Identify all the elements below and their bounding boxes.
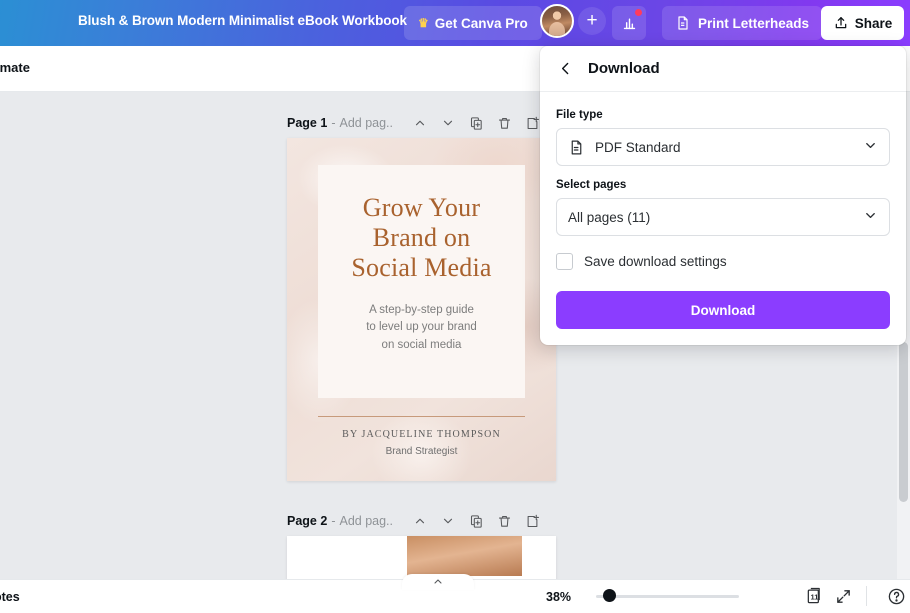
cover-subtitle-line-3: on social media [318,337,525,354]
page-1-actions [407,112,545,134]
add-page-icon[interactable] [519,510,545,532]
page-2-add-label[interactable]: Add pag.. [339,514,393,528]
page-count-badge: 11 [811,593,819,602]
chevron-down-icon [863,208,878,226]
cover-inner-panel: Grow Your Brand on Social Media A step-b… [318,165,525,398]
bar-chart-icon [621,15,638,32]
delete-page-icon[interactable] [491,510,517,532]
page-1-separator: - [331,116,335,130]
page-2-photo [407,536,522,576]
cover-divider [318,416,525,417]
select-pages-select[interactable]: All pages (11) [556,198,890,236]
get-canva-pro-button[interactable]: ♛ Get Canva Pro [404,6,542,40]
toolbar-divider [866,586,867,606]
canva-editor-window: Blush & Brown Modern Minimalist eBook Wo… [0,0,910,613]
zoom-slider-knob[interactable] [603,589,616,602]
document-title[interactable]: Blush & Brown Modern Minimalist eBook Wo… [78,13,407,28]
download-panel-header: Download [540,46,906,92]
page-2-separator: - [331,514,335,528]
help-question-icon [887,587,906,606]
cover-subtitle-line-1: A step-by-step guide [318,302,525,319]
document-icon [675,15,691,31]
notification-dot [635,9,642,16]
cover-subtitle-line-2: to level up your brand [318,319,525,336]
help-button[interactable] [883,583,910,609]
save-download-settings-checkbox[interactable] [556,253,573,270]
vertical-scrollbar-thumb[interactable] [899,342,908,502]
fullscreen-expand-icon [835,588,852,605]
duplicate-page-icon[interactable] [463,112,489,134]
page-1-add-label[interactable]: Add pag.. [339,116,393,130]
file-type-value: PDF Standard [595,140,681,155]
share-upload-icon [833,15,849,31]
collapse-panel-tab[interactable] [402,574,474,590]
file-type-select[interactable]: PDF Standard [556,128,890,166]
page-2-header: Page 2 - Add pag.. [287,510,545,532]
cover-title-line-2: Brand on [318,223,525,253]
share-button[interactable]: Share [821,6,904,40]
top-toolbar: Blush & Brown Modern Minimalist eBook Wo… [0,0,910,46]
collaborators-group: + [540,4,606,38]
file-type-label: File type [556,109,890,121]
cover-title-line-3: Social Media [318,253,525,283]
save-download-settings-row[interactable]: Save download settings [556,253,890,270]
chevron-up-icon [432,576,444,588]
zoom-slider-track[interactable] [596,595,739,598]
delete-page-icon[interactable] [491,112,517,134]
fullscreen-button[interactable] [830,583,857,609]
chevron-down-icon[interactable] [435,112,461,134]
page-2-actions [407,510,545,532]
print-letterheads-button[interactable]: Print Letterheads [662,6,822,40]
download-panel: Download File type PDF Standard Select p… [540,46,906,345]
save-download-settings-label: Save download settings [584,254,727,269]
print-letterheads-label: Print Letterheads [698,16,809,31]
insights-button[interactable] [612,6,646,40]
get-canva-pro-label: Get Canva Pro [435,16,528,31]
download-panel-body: File type PDF Standard Select pages All … [540,92,906,270]
cover-author: BY JACQUELINE THOMPSON [287,429,556,440]
crown-icon: ♛ [418,17,429,29]
page-1-thumbnail[interactable]: Grow Your Brand on Social Media A step-b… [287,138,556,481]
chevron-down-icon [863,138,878,156]
chevron-left-icon[interactable] [554,58,576,80]
zoom-percentage: 38% [546,590,571,604]
page-manager-button[interactable]: 11 [801,583,828,609]
select-pages-label: Select pages [556,179,890,191]
page-1-header: Page 1 - Add pag.. [287,112,545,134]
share-label: Share [855,16,893,31]
download-panel-title: Download [588,60,660,77]
duplicate-page-icon[interactable] [463,510,489,532]
cover-role: Brand Strategist [287,446,556,457]
cover-title-line-1: Grow Your [318,193,525,223]
page-1-number: Page 1 [287,116,327,130]
page-2-number: Page 2 [287,514,327,528]
notes-button[interactable]: otes [0,590,20,604]
chevron-down-icon[interactable] [435,510,461,532]
animate-button[interactable]: imate [0,60,30,75]
page-2-thumbnail[interactable] [287,536,556,579]
add-collaborator-button[interactable]: + [578,7,606,35]
chevron-up-icon[interactable] [407,112,433,134]
download-button[interactable]: Download [556,291,890,329]
pdf-document-icon [568,139,585,156]
chevron-up-icon[interactable] [407,510,433,532]
avatar[interactable] [540,4,574,38]
select-pages-value: All pages (11) [568,210,650,225]
